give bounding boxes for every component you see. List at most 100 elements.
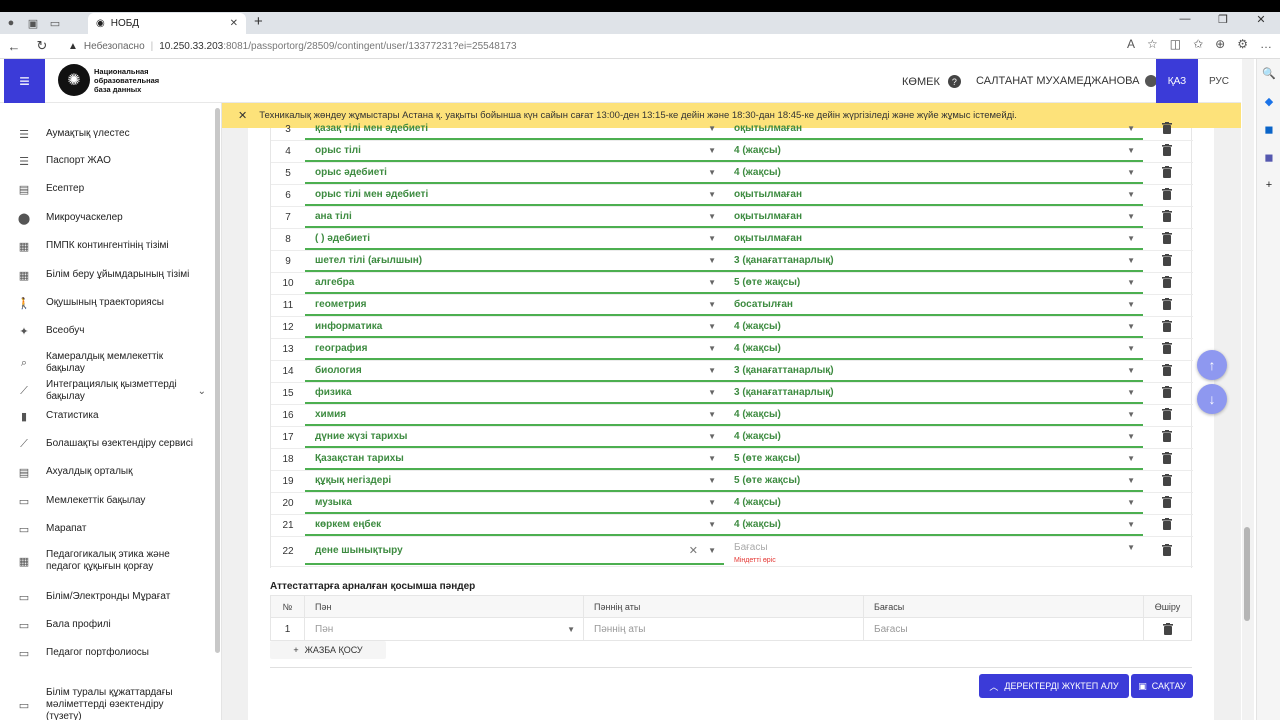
grade-select[interactable]: 4 (жақсы) ▼ [724, 428, 1143, 448]
page-scrollbar[interactable] [1242, 59, 1254, 720]
delete-row-button[interactable] [1161, 474, 1173, 489]
close-tab-icon[interactable]: ✕ [230, 18, 238, 29]
subject-select[interactable]: алгебра ▼ [305, 274, 724, 294]
subject-select[interactable]: дүние жүзі тарихы ▼ [305, 428, 724, 448]
extra-subject-name-input[interactable]: Пәннің аты [584, 618, 864, 640]
grade-select[interactable]: 4 (жақсы) ▼ [724, 142, 1143, 162]
subject-select[interactable]: орыс тілі ▼ [305, 142, 724, 162]
sidebar-item[interactable]: ▭ Педагог портфолиосы [0, 645, 214, 661]
split-screen-icon[interactable]: ◫ [1170, 37, 1181, 51]
lang-kz-button[interactable]: ҚАЗ [1156, 59, 1198, 103]
subject-select[interactable]: орыс әдебиеті ▼ [305, 164, 724, 184]
subject-select[interactable]: дене шынықтыру ✕ ▼ [305, 539, 724, 565]
grade-select[interactable]: оқытылмаған ▼ [724, 230, 1143, 250]
search-icon[interactable]: 🔍 [1257, 59, 1280, 87]
delete-row-button[interactable] [1161, 430, 1173, 445]
minimize-icon[interactable]: — [1166, 13, 1204, 26]
subject-select[interactable]: көркем еңбек ▼ [305, 516, 724, 536]
sidebar-item[interactable]: ▭ Білім туралы құжаттардағы мәліметтерді … [0, 687, 214, 720]
copilot-icon[interactable]: ◆ [1257, 87, 1280, 115]
grade-select[interactable]: 4 (жақсы) ▼ [724, 516, 1143, 536]
hamburger-menu-icon[interactable]: ≡ [4, 59, 45, 103]
delete-row-button[interactable] [1161, 166, 1173, 181]
grade-select[interactable]: босатылған ▼ [724, 296, 1143, 316]
sidebar-item[interactable]: 🚶 Оқушының траекториясы [0, 295, 214, 311]
tab-actions-icon[interactable]: ▭ [44, 12, 66, 34]
subject-select[interactable]: шетел тілі (ағылшын) ▼ [305, 252, 724, 272]
favorites-icon[interactable]: ✩ [1193, 37, 1203, 51]
grade-select[interactable]: Бағасы ▼ Міндетті өріс [724, 538, 1143, 565]
back-icon[interactable]: ← [0, 39, 28, 54]
favorite-star-icon[interactable]: ☆ [1147, 37, 1158, 51]
extensions-icon[interactable]: ⚙ [1237, 37, 1248, 51]
delete-row-button[interactable] [1161, 386, 1173, 401]
close-window-icon[interactable]: ✕ [1242, 13, 1280, 26]
extra-subject-select[interactable]: Пән ▼ [305, 618, 584, 640]
sidebar-item[interactable]: ✦ Всеобуч [0, 323, 214, 339]
teams-icon[interactable]: ◼ [1257, 143, 1280, 171]
chevron-down-icon[interactable]: ⌄ [198, 386, 206, 397]
delete-row-button[interactable] [1161, 144, 1173, 159]
grade-select[interactable]: 4 (жақсы) ▼ [724, 406, 1143, 426]
delete-row-button[interactable] [1161, 496, 1173, 511]
sidebar-item[interactable]: ▦ Білім беру ұйымдарының тізімі [0, 267, 214, 283]
delete-row-button[interactable] [1161, 408, 1173, 423]
close-notice-icon[interactable]: ✕ [238, 109, 247, 122]
delete-row-button[interactable] [1161, 276, 1173, 291]
delete-row-button[interactable] [1161, 518, 1173, 533]
maximize-icon[interactable]: ❐ [1204, 13, 1242, 26]
grade-select[interactable]: 4 (жақсы) ▼ [724, 318, 1143, 338]
add-record-button[interactable]: + ЖАЗБА ҚОСУ [270, 641, 386, 659]
scroll-up-icon[interactable]: ↑ [1197, 350, 1227, 380]
delete-row-button[interactable] [1161, 210, 1173, 225]
user-menu[interactable]: САЛТАНАТ МУХАМЕДЖАНОВА [976, 75, 1158, 87]
sidebar-item[interactable]: ▤ Ахуалдық орталық [0, 464, 214, 480]
grade-select[interactable]: 4 (жақсы) ▼ [724, 340, 1143, 360]
sidebar-scrollbar[interactable] [215, 108, 220, 653]
delete-row-button[interactable] [1161, 452, 1173, 467]
add-icon[interactable]: + [1257, 171, 1280, 199]
sidebar-item[interactable]: ▭ Мемлекеттік бақылау [0, 493, 214, 509]
load-data-button[interactable]: ︿ ДЕРЕКТЕРДІ ЖҮКТЕП АЛУ [979, 674, 1129, 698]
scroll-down-icon[interactable]: ↓ [1197, 384, 1227, 414]
subject-select[interactable]: химия ▼ [305, 406, 724, 426]
sidebar-item[interactable]: ▭ Білім/Электронды Мұрағат [0, 589, 214, 605]
clear-icon[interactable]: ✕ [689, 544, 698, 557]
sidebar-item[interactable]: ▤ Есептер [0, 181, 214, 197]
subject-select[interactable]: физика ▼ [305, 384, 724, 404]
grade-select[interactable]: оқытылмаған ▼ [724, 120, 1143, 140]
delete-row-button[interactable] [1161, 188, 1173, 203]
subject-select[interactable]: биология ▼ [305, 362, 724, 382]
delete-row-button[interactable] [1161, 342, 1173, 357]
grade-select[interactable]: 4 (жақсы) ▼ [724, 494, 1143, 514]
subject-select[interactable]: ( ) әдебиеті ▼ [305, 230, 724, 250]
sidebar-item[interactable]: ▦ ПМПК контингентінің тізімі [0, 238, 214, 254]
subject-select[interactable]: музыка ▼ [305, 494, 724, 514]
outlook-icon[interactable]: ◼ [1257, 115, 1280, 143]
subject-select[interactable]: құқық негіздері ▼ [305, 472, 724, 492]
lang-ru-button[interactable]: РУС [1198, 59, 1240, 103]
collections-icon[interactable]: ▣ [22, 12, 44, 34]
grade-select[interactable]: оқытылмаған ▼ [724, 186, 1143, 206]
sidebar-item[interactable]: ☰ Аумақтық үлестес [0, 126, 214, 142]
new-tab-icon[interactable]: + [254, 13, 263, 30]
grade-select[interactable]: 5 (өте жақсы) ▼ [724, 450, 1143, 470]
sidebar-item[interactable]: ▭ Бала профилі [0, 617, 214, 633]
delete-row-button[interactable] [1161, 320, 1173, 335]
sidebar-item[interactable]: ⬤ Микроучаскелер [0, 210, 214, 226]
grade-select[interactable]: оқытылмаған ▼ [724, 208, 1143, 228]
reload-icon[interactable]: ↻ [28, 38, 56, 54]
profile-icon[interactable]: ● [0, 12, 22, 34]
delete-row-button[interactable] [1161, 298, 1173, 313]
sidebar-item[interactable]: ▮ Статистика [0, 408, 214, 424]
url-field[interactable]: ▲ Небезопасно | 10.250.33.203:8081/passp… [68, 37, 1104, 56]
grade-select[interactable]: 3 (қанағаттанарлық) ▼ [724, 362, 1143, 382]
subject-select[interactable]: ана тілі ▼ [305, 208, 724, 228]
grade-select[interactable]: 4 (жақсы) ▼ [724, 164, 1143, 184]
sidebar-item[interactable]: ▦ Педагогикалық этика және педагог құқығы… [0, 549, 214, 573]
subject-select[interactable]: қазақ тілі мен әдебиеті ▼ [305, 120, 724, 140]
help-link[interactable]: КӨМЕК ? [902, 75, 961, 88]
sidebar-item[interactable]: ⟋ Интеграциялық қызметтерді бақылау ⌄ [0, 379, 214, 403]
sidebar-item[interactable]: ⟋ Болашақты өзектендіру сервисі [0, 436, 214, 452]
grade-select[interactable]: 3 (қанағаттанарлық) ▼ [724, 384, 1143, 404]
